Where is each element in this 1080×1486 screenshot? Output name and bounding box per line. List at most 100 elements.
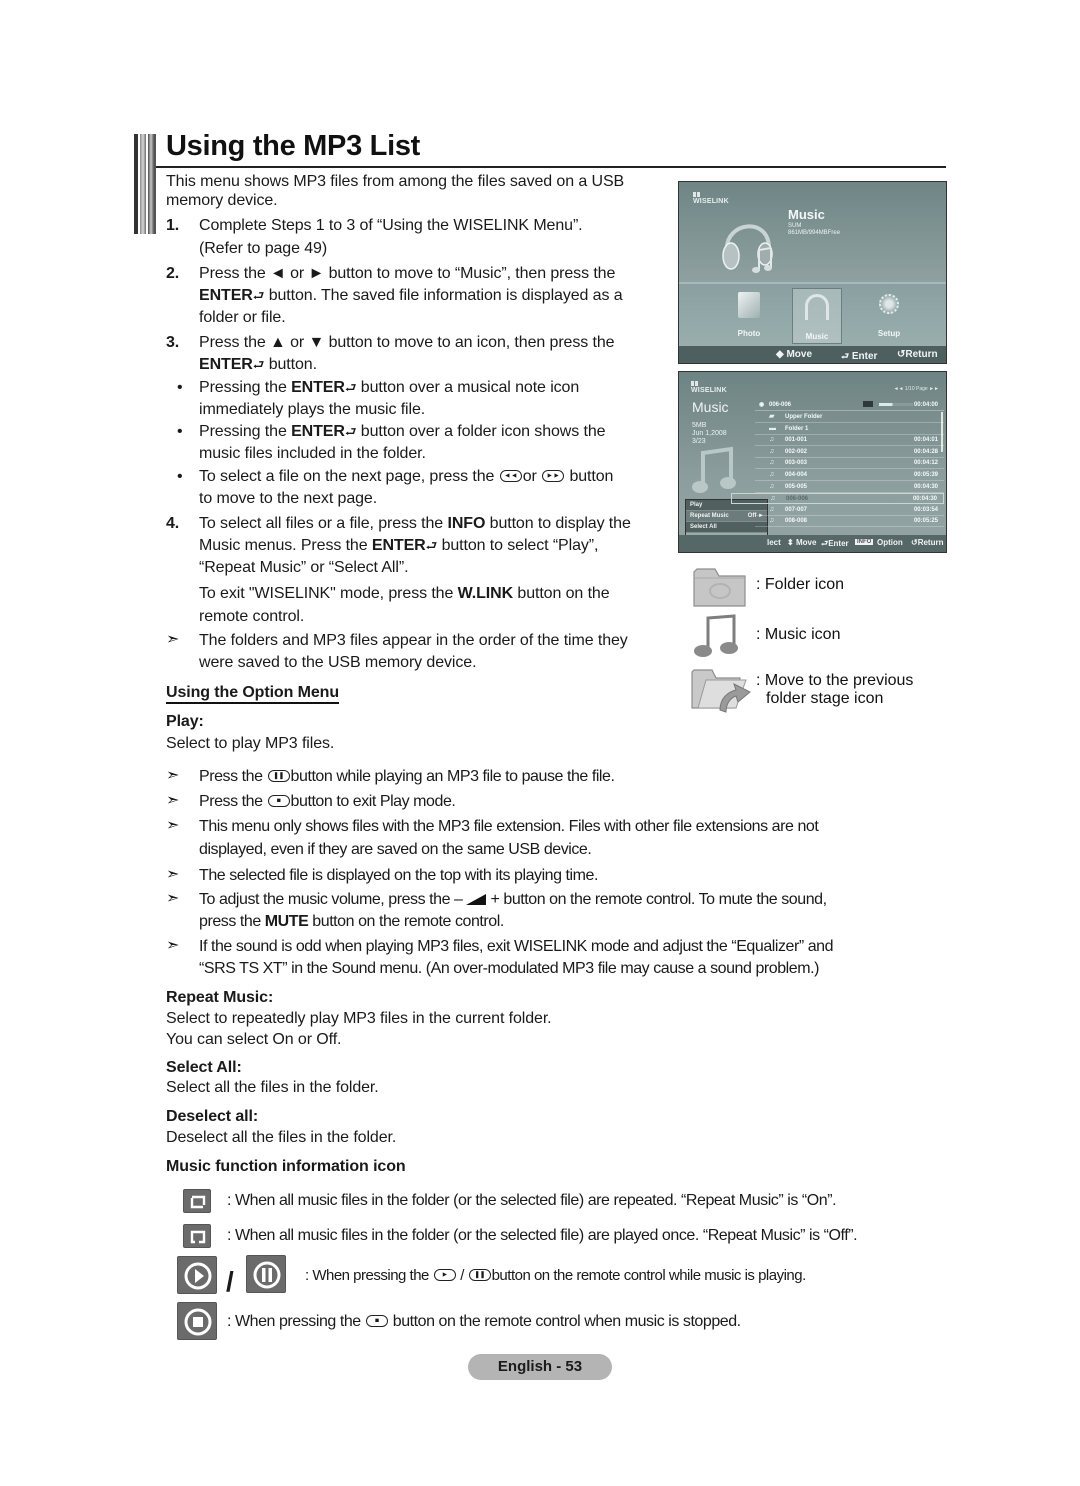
note-arrow-icon: ➣ [166,937,180,954]
step-text: Complete Steps 1 to 3 of “Using the WISE… [199,217,583,234]
note-mp3-only-line-2: displayed, even if they are saved on the… [199,841,592,858]
play-description: Select to play MP3 files. [166,735,335,752]
enter-icon: ⮐ [252,288,265,303]
play-status-icon [177,1256,217,1294]
enter-icon: ⮐ [252,357,265,372]
file-name: 004-004 [785,472,808,478]
music-note-icon: ♫ [769,436,775,444]
note-selected-file: The selected file is displayed on the to… [199,867,598,884]
headphones-illustration-icon [722,224,773,273]
music-note-icon: ♫ [769,517,775,525]
page-title: Using the MP3 List [166,130,421,162]
note-volume: To adjust the music volume, press the – … [199,891,827,908]
repeat-on-text: : When all music files in the folder (or… [227,1192,837,1209]
step-text: (Refer to page 49) [199,240,328,257]
file-list-row[interactable]: ♫ 008-008 00:05:25 [755,516,944,528]
repeat-music-desc-2: You can select On or Off. [166,1031,342,1048]
file-duration: 00:03:54 [913,506,938,513]
music-note-illustration-icon [692,446,736,493]
file-list-row[interactable]: ▰ Upper Folder [755,412,944,423]
note-sound-odd-line-2: “SRS TS XT” in the Sound menu. (An over-… [199,960,819,977]
repeat-off-icon [183,1224,211,1248]
note-arrow-icon: ➣ [166,767,180,784]
step-text: Press the ◄ or ► button to move to “Musi… [199,265,616,282]
tile-setup[interactable]: Setup [869,292,909,344]
step-number: 4. [166,515,180,532]
disc-icon: ◉ [759,402,765,408]
headphones-icon [805,294,829,320]
title-rule [156,166,946,168]
free-space: 861MB/994MBFree [788,230,841,236]
file-list-row[interactable]: ♫ 002-002 00:04:28 [755,447,944,458]
previous-folder-icon [691,669,751,713]
music-icon [694,614,738,657]
bullet-dot: • [177,423,183,440]
page-indicator: ◄◄ 1/10 Page ►► [893,386,939,392]
file-name: 002-002 [785,448,808,455]
note-arrow-icon: ➣ [166,890,180,907]
file-list-row[interactable]: ♫ 006-006 00:04:30 [731,493,944,505]
file-name: Folder 1 [785,425,809,432]
file-list-row[interactable]: ♫ 007-007 00:03:54 [755,505,944,516]
file-list-row[interactable]: ▬ Folder 1 [755,424,944,435]
rewind-button-icon: ◄◄ [499,470,522,482]
file-duration: 00:04:01 [913,437,938,444]
note-mp3-only: This menu only shows files with the MP3 … [199,818,819,835]
tv-list-hint-bar: lect ⬍ Move ⮐Enter INFO Option ↺Return [679,535,946,552]
hint-move: ⬍ Move [787,538,817,547]
now-playing-bar: ◉ 006-006 00:04:00 [755,399,944,411]
music-note-icon: ♫ [769,447,775,455]
pause-status-icon [246,1255,286,1293]
hint-enter: ⮐ Enter [841,351,878,362]
stop-button-icon: ■ [267,795,290,807]
previous-folder-label-2: folder stage icon [766,690,884,707]
file-duration: 00:04:30 [913,483,938,490]
file-list-row[interactable]: ♫ 001-001 00:04:01 [755,435,944,447]
repeat-music-heading: Repeat Music: [166,989,274,1006]
volume-wedge-icon [466,894,487,905]
file-duration: 00:04:28 [913,448,938,455]
tv-main-hint-bar: ◆ Move ⮐ Enter ↺Return [679,346,946,363]
file-duration: 00:04:12 [913,460,938,467]
step-number: 2. [166,265,180,282]
upper-folder-icon: ▰ [769,413,775,420]
step-text: ENTER⮐ button. The saved file informatio… [199,287,623,304]
music-note-icon: ♫ [769,471,775,478]
note-arrow-icon: ➣ [166,792,180,809]
enter-icon: ⮐ [841,351,850,361]
file-duration: 00:04:30 [912,496,937,503]
wiselink-main-screen: WISELINK Music SUM 861MB/994MBFree Photo… [678,181,947,364]
note-pause: Press the ❚❚ button while playing an MP3 … [199,768,615,785]
file-name: 005-005 [785,483,808,490]
wiselink-logo: WISELINK [693,192,729,205]
repeat-on-icon [183,1189,211,1213]
step-text: Press the ▲ or ▼ button to move to an ic… [199,334,615,351]
tile-photo[interactable]: Photo [729,292,769,344]
play-pause-text: : When pressing the ► / ❚❚ button on the … [305,1267,806,1284]
file-name: 006-006 [786,496,809,503]
file-list-row[interactable]: ♫ 005-005 00:04:30 [755,482,944,493]
pause-button-icon: ❚❚ [468,1269,491,1281]
deselect-all-desc: Deselect all the files in the folder. [166,1129,397,1146]
file-name: Upper Folder [785,414,823,420]
music-function-heading: Music function information icon [166,1158,406,1175]
hint-return: ↺Return [911,538,944,547]
note-volume-line-2: press the MUTE button on the remote cont… [199,913,504,930]
tv-title: Music [788,207,825,222]
hint-move: ◆ Move [776,349,813,360]
stop-status-icon [177,1302,217,1340]
device-name: SUM [788,223,802,229]
note-arrow-icon: ➣ [166,866,180,883]
folder-icon [693,568,746,607]
pause-button-icon: ❚❚ [267,770,290,782]
file-duration: 00:05:25 [913,518,938,525]
folder-icon: ▬ [769,424,776,432]
file-list-row[interactable]: ♫ 003-003 00:04:12 [755,458,944,470]
fast-forward-button-icon: ►► [542,470,565,482]
note-arrow-icon: ➣ [166,631,180,648]
file-list-row[interactable]: ♫ 004-004 00:05:39 [755,470,944,481]
tile-music-selected[interactable]: Music [792,288,842,344]
play-heading: Play: [166,713,204,730]
note-stop: Press the ■ button to exit Play mode. [199,793,456,810]
enter-icon: ⮐ [344,380,357,395]
